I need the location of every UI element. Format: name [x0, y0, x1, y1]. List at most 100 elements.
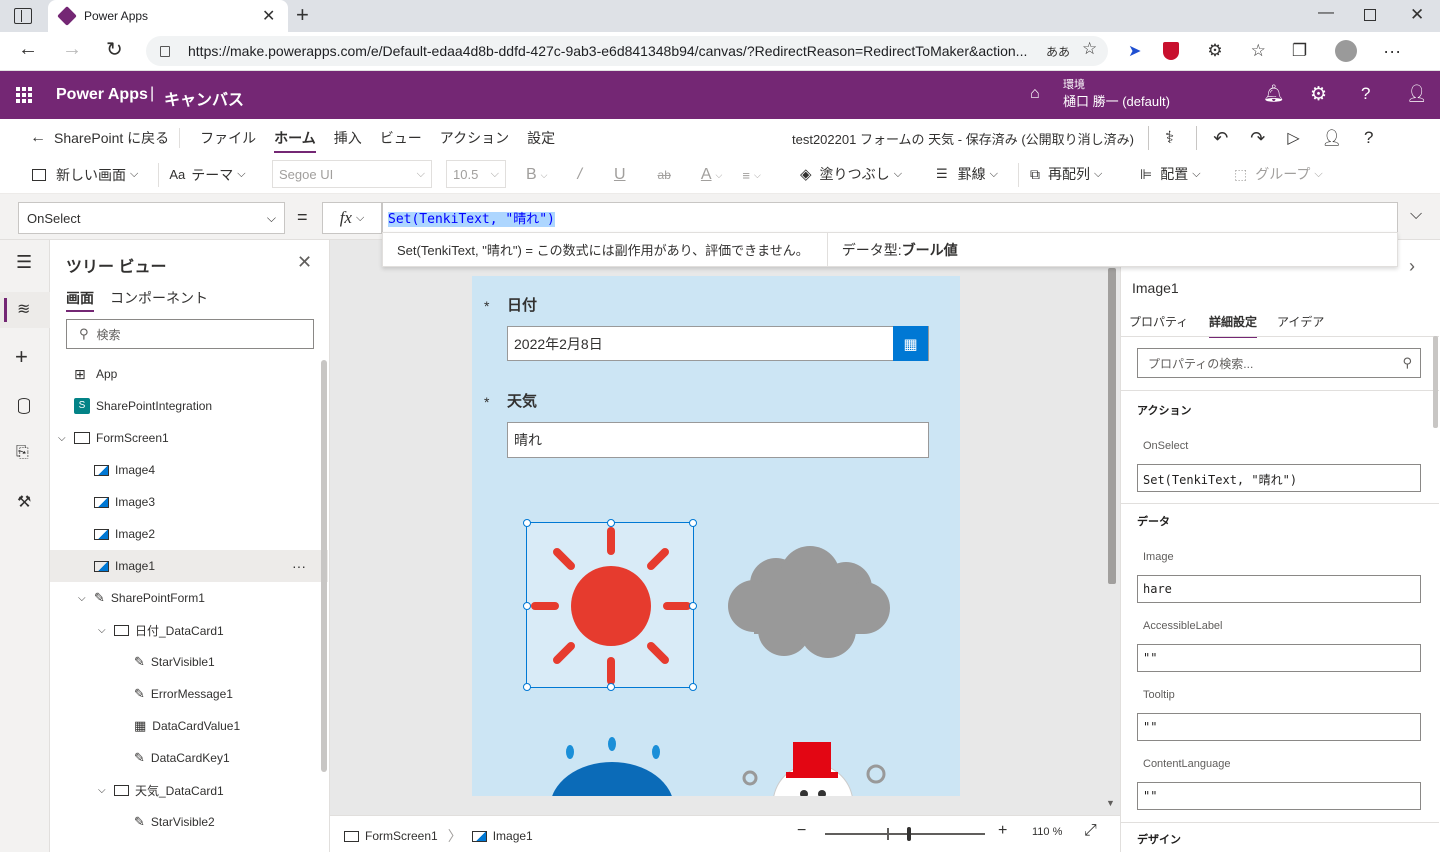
- share-user-icon[interactable]: 👤︎: [1322, 128, 1342, 148]
- advanced-tools-icon[interactable]: ⚒: [17, 492, 31, 512]
- chevron-down-icon[interactable]: ⌵: [98, 785, 112, 796]
- media-icon[interactable]: ⎘: [16, 444, 29, 462]
- close-panel-icon[interactable]: ✕: [297, 252, 312, 273]
- resize-handle[interactable]: [523, 683, 531, 691]
- settings-gear-icon[interactable]: ⚙: [1310, 83, 1327, 106]
- tree-item-errormessage1[interactable]: ✎ ErrorMessage1: [50, 678, 328, 710]
- font-select[interactable]: Segoe UI ⌵: [272, 160, 432, 188]
- tab-actions-icon[interactable]: [14, 8, 32, 24]
- chevron-down-icon[interactable]: ⌵: [58, 433, 72, 444]
- tree-scrollbar[interactable]: [321, 360, 327, 772]
- resize-handle[interactable]: [607, 683, 615, 691]
- font-size-select[interactable]: 10.5 ⌵: [446, 160, 506, 188]
- chevron-down-icon[interactable]: ⌵: [98, 625, 112, 636]
- new-tab-icon[interactable]: +: [296, 2, 309, 28]
- tree-item-datacardvalue1[interactable]: ▦ DataCardValue1: [50, 710, 328, 742]
- more-options-icon[interactable]: ···: [292, 558, 306, 574]
- app-launcher-icon[interactable]: [16, 87, 32, 103]
- tree-item-formscreen1[interactable]: ⌵ FormScreen1: [50, 422, 328, 454]
- zoom-out-icon[interactable]: −: [797, 822, 806, 840]
- tab-ideas[interactable]: アイデア: [1277, 313, 1324, 330]
- resize-handle[interactable]: [689, 683, 697, 691]
- extension-shield-icon[interactable]: [1163, 42, 1180, 60]
- tree-item-sharepointform1[interactable]: ⌵ ✎ SharePointForm1: [50, 582, 328, 614]
- tab-properties[interactable]: プロパティ: [1129, 313, 1188, 330]
- resize-handle[interactable]: [689, 602, 697, 610]
- redo-icon[interactable]: ↷: [1250, 128, 1265, 149]
- url-field[interactable]: https://make.powerapps.com/e/Default-eda…: [146, 36, 1108, 66]
- preview-play-icon[interactable]: ▷: [1287, 128, 1299, 148]
- back-icon[interactable]: ←: [18, 38, 38, 61]
- onselect-field[interactable]: Set(TenkiText, "晴れ"): [1137, 464, 1421, 492]
- favorites-icon[interactable]: ☆: [1251, 41, 1266, 61]
- forward-icon[interactable]: →: [62, 38, 82, 61]
- app-checker-icon[interactable]: ⚕: [1165, 128, 1174, 148]
- reorder-button[interactable]: ⧉ 再配列 ⌵: [1030, 164, 1102, 184]
- resize-handle[interactable]: [607, 519, 615, 527]
- strikethrough-icon[interactable]: ab: [658, 168, 671, 182]
- form-screen[interactable]: * 日付 2022年2月8日 ▦ * 天気 晴れ: [472, 276, 960, 796]
- undo-icon[interactable]: ↶: [1213, 128, 1228, 149]
- resize-handle[interactable]: [689, 519, 697, 527]
- tree-item-starvisible1[interactable]: ✎ StarVisible1: [50, 646, 328, 678]
- tree-item-image2[interactable]: Image2: [50, 518, 328, 550]
- underline-icon[interactable]: U: [614, 166, 626, 184]
- group-button[interactable]: ⬚ グループ ⌵: [1234, 164, 1323, 184]
- canvas-scrollbar[interactable]: [1108, 268, 1116, 584]
- resize-handle[interactable]: [523, 519, 531, 527]
- read-aloud-icon[interactable]: ああ: [1046, 43, 1070, 60]
- refresh-icon[interactable]: ↻: [106, 37, 123, 62]
- favorite-add-icon[interactable]: ☆: [1082, 39, 1097, 59]
- hamburger-menu-icon[interactable]: ☰: [16, 252, 32, 273]
- tree-item-image4[interactable]: Image4: [50, 454, 328, 486]
- text-align-icon[interactable]: ≡: [742, 168, 750, 183]
- breadcrumb-screen[interactable]: FormScreen1: [365, 829, 438, 843]
- data-icon[interactable]: [18, 398, 30, 414]
- zoom-in-icon[interactable]: +: [998, 822, 1007, 840]
- help-icon[interactable]: ?: [1361, 84, 1370, 104]
- tab-screens[interactable]: 画面: [66, 288, 94, 312]
- image4-snowman-icon[interactable]: [738, 734, 888, 796]
- browser-tab[interactable]: Power Apps ✕: [48, 0, 288, 32]
- theme-button[interactable]: Aa テーマ ⌵: [169, 165, 245, 185]
- expand-formula-icon[interactable]: ⌵: [1410, 206, 1422, 224]
- menu-file[interactable]: ファイル: [200, 128, 256, 148]
- back-to-sharepoint[interactable]: ← SharePoint に戻る: [30, 127, 181, 148]
- image3-rain-icon[interactable]: [542, 734, 682, 796]
- restore-icon[interactable]: [1364, 9, 1376, 21]
- minimize-icon[interactable]: —: [1318, 4, 1334, 22]
- profile-avatar[interactable]: [1335, 40, 1358, 62]
- user-icon[interactable]: 👤︎: [1406, 84, 1428, 104]
- resize-handle[interactable]: [523, 602, 531, 610]
- menu-insert[interactable]: 挿入: [334, 128, 362, 148]
- weather-input[interactable]: 晴れ: [507, 422, 929, 458]
- tree-view-rail-item[interactable]: ≋: [0, 292, 50, 328]
- scroll-down-icon[interactable]: ▼: [1106, 798, 1115, 808]
- notification-icon[interactable]: 🔔︎: [1263, 84, 1285, 104]
- menu-action[interactable]: アクション: [440, 128, 509, 148]
- date-picker[interactable]: 2022年2月8日 ▦: [507, 326, 929, 361]
- browser-menu-icon[interactable]: ···: [1383, 41, 1401, 62]
- menu-home[interactable]: ホーム: [274, 128, 316, 153]
- tree-item-app[interactable]: ⊞ App: [50, 358, 328, 390]
- formula-input[interactable]: Set(TenkiText, "晴れ"): [382, 202, 1398, 234]
- tree-item-image3[interactable]: Image3: [50, 486, 328, 518]
- tree-search-input[interactable]: ⚲ 検索: [66, 319, 314, 349]
- fill-button[interactable]: ◈ 塗りつぶし ⌵: [800, 164, 902, 184]
- fx-button[interactable]: fx ⌵: [322, 202, 382, 234]
- tab-advanced[interactable]: 詳細設定: [1209, 313, 1258, 338]
- tree-item-weather-datacard1[interactable]: ⌵ 天気_DataCard1: [50, 774, 328, 806]
- tree-item-date-datacard1[interactable]: ⌵ 日付_DataCard1: [50, 614, 328, 646]
- panel-expand-icon[interactable]: ›: [1409, 256, 1415, 277]
- tab-components[interactable]: コンポーネント: [110, 288, 208, 308]
- close-window-icon[interactable]: ✕: [1410, 5, 1424, 25]
- collections-icon[interactable]: ❐: [1292, 41, 1307, 61]
- image1-sun[interactable]: [523, 519, 697, 691]
- properties-scrollbar[interactable]: [1433, 336, 1438, 428]
- new-screen-button[interactable]: 新しい画面 ⌵: [32, 165, 138, 185]
- italic-icon[interactable]: /: [578, 166, 582, 184]
- menu-settings[interactable]: 設定: [527, 128, 555, 148]
- tree-item-datacardkey1[interactable]: ✎ DataCardKey1: [50, 742, 328, 774]
- tree-item-starvisible2[interactable]: ✎ StarVisible2: [50, 806, 328, 838]
- tooltip-field[interactable]: "": [1137, 713, 1421, 741]
